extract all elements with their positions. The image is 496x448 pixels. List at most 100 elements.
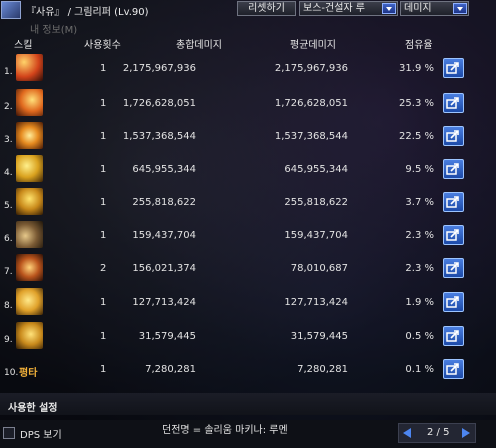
use-count: 1	[100, 297, 107, 308]
average-damage: 255,818,622	[284, 197, 348, 208]
type-select-value: 데미지	[404, 3, 432, 14]
share-arrow-icon	[446, 262, 459, 274]
skill-icon	[16, 254, 43, 281]
average-damage: 127,713,424	[284, 297, 348, 308]
use-count: 1	[100, 98, 107, 109]
row-rank: 10.	[4, 368, 19, 378]
col-skill: 스킬	[14, 40, 33, 51]
expand-details-button[interactable]	[443, 225, 464, 245]
share-arrow-icon	[446, 62, 459, 74]
expand-details-button[interactable]	[443, 192, 464, 212]
col-uses: 사용횟수	[84, 40, 121, 51]
damage-share: 1.9 %	[405, 297, 434, 308]
row-rank: 6.	[4, 234, 13, 244]
row-rank: 7.	[4, 267, 13, 277]
total-damage: 1,726,628,051	[122, 98, 196, 109]
use-count: 1	[100, 197, 107, 208]
damage-share: 2.3 %	[405, 263, 434, 274]
table-row: 3. 1 1,537,368,544 1,537,368,544 22.5 %	[0, 118, 496, 151]
expand-details-button[interactable]	[443, 93, 464, 113]
table-header: 스킬 사용횟수 총합데미지 평균데미지 점유율	[0, 34, 496, 51]
boss-select-value: 보스-건설자 루	[303, 3, 365, 14]
row-rank: 8.	[4, 301, 13, 311]
share-arrow-icon	[446, 296, 459, 308]
boss-select[interactable]: 보스-건설자 루	[299, 1, 398, 16]
table-row: 1. 1 2,175,967,936 2,175,967,936 31.9 %	[0, 50, 496, 83]
damage-share: 25.3 %	[399, 98, 434, 109]
expand-details-button[interactable]	[443, 159, 464, 179]
type-select[interactable]: 데미지	[400, 1, 469, 16]
use-count: 1	[100, 164, 107, 175]
total-damage: 31,579,445	[138, 331, 196, 342]
total-damage: 159,437,704	[132, 230, 196, 241]
skill-icon	[16, 288, 43, 315]
damage-share: 3.7 %	[405, 197, 434, 208]
damage-share: 31.9 %	[399, 63, 434, 74]
table-row: 5. 1 255,818,622 255,818,622 3.7 %	[0, 184, 496, 217]
expand-details-button[interactable]	[443, 326, 464, 346]
total-damage: 255,818,622	[132, 197, 196, 208]
use-count: 2	[100, 263, 107, 274]
skill-icon	[16, 89, 43, 116]
use-count: 1	[100, 63, 107, 74]
next-page-icon[interactable]	[462, 428, 470, 438]
settings-bar	[0, 393, 496, 415]
prev-page-icon[interactable]	[403, 428, 411, 438]
share-arrow-icon	[446, 363, 459, 375]
skill-icon	[16, 322, 43, 349]
share-arrow-icon	[446, 163, 459, 175]
use-count: 1	[100, 364, 107, 375]
total-damage: 645,955,344	[132, 164, 196, 175]
settings-label[interactable]: 사용한 설정	[8, 399, 57, 414]
expand-details-button[interactable]	[443, 292, 464, 312]
average-damage: 645,955,344	[284, 164, 348, 175]
expand-details-button[interactable]	[443, 258, 464, 278]
col-share: 점유율	[405, 40, 433, 51]
share-arrow-icon	[446, 130, 459, 142]
damage-share: 0.5 %	[405, 331, 434, 342]
total-damage: 2,175,967,936	[122, 63, 196, 74]
dungeon-name: 던전명 = 솔리움 마키나: 루멘	[162, 425, 288, 436]
expand-details-button[interactable]	[443, 58, 464, 78]
chevron-down-icon[interactable]	[382, 3, 396, 14]
skill-icon	[16, 54, 43, 81]
share-arrow-icon	[446, 196, 459, 208]
row-rank: 9.	[4, 335, 13, 345]
average-damage: 7,280,281	[297, 364, 348, 375]
row-rank: 1.	[4, 67, 13, 77]
total-damage: 1,537,368,544	[122, 131, 196, 142]
dps-checkbox[interactable]	[3, 427, 15, 439]
table-row: 10. 평타 1 7,280,281 7,280,281 0.1 %	[0, 351, 496, 384]
expand-details-button[interactable]	[443, 126, 464, 146]
skill-name-label: 평타	[19, 368, 38, 379]
use-count: 1	[100, 230, 107, 241]
row-rank: 2.	[4, 102, 13, 112]
row-rank: 4.	[4, 168, 13, 178]
total-damage: 156,021,374	[132, 263, 196, 274]
reset-button[interactable]: 리셋하기	[237, 1, 296, 16]
damage-share: 2.3 %	[405, 230, 434, 241]
col-avg: 평균데미지	[290, 40, 336, 51]
table-row: 4. 1 645,955,344 645,955,344 9.5 %	[0, 151, 496, 184]
skill-icon	[16, 221, 43, 248]
row-rank: 5.	[4, 201, 13, 211]
pagination: 2 / 5	[398, 423, 476, 443]
average-damage: 159,437,704	[284, 230, 348, 241]
table-row: 7. 2 156,021,374 78,010,687 2.3 %	[0, 250, 496, 283]
share-arrow-icon	[446, 229, 459, 241]
use-count: 1	[100, 131, 107, 142]
expand-details-button[interactable]	[443, 359, 464, 379]
average-damage: 1,726,628,051	[274, 98, 348, 109]
table-row: 9. 1 31,579,445 31,579,445 0.5 %	[0, 318, 496, 351]
damage-share: 22.5 %	[399, 131, 434, 142]
table-row: 8. 1 127,713,424 127,713,424 1.9 %	[0, 284, 496, 317]
skill-icon	[16, 188, 43, 215]
chevron-down-icon[interactable]	[453, 3, 467, 14]
average-damage: 31,579,445	[290, 331, 348, 342]
total-damage: 7,280,281	[145, 364, 196, 375]
total-damage: 127,713,424	[132, 297, 196, 308]
character-avatar	[1, 1, 21, 19]
share-arrow-icon	[446, 97, 459, 109]
table-row: 6. 1 159,437,704 159,437,704 2.3 %	[0, 217, 496, 250]
col-total: 총합데미지	[176, 40, 222, 51]
